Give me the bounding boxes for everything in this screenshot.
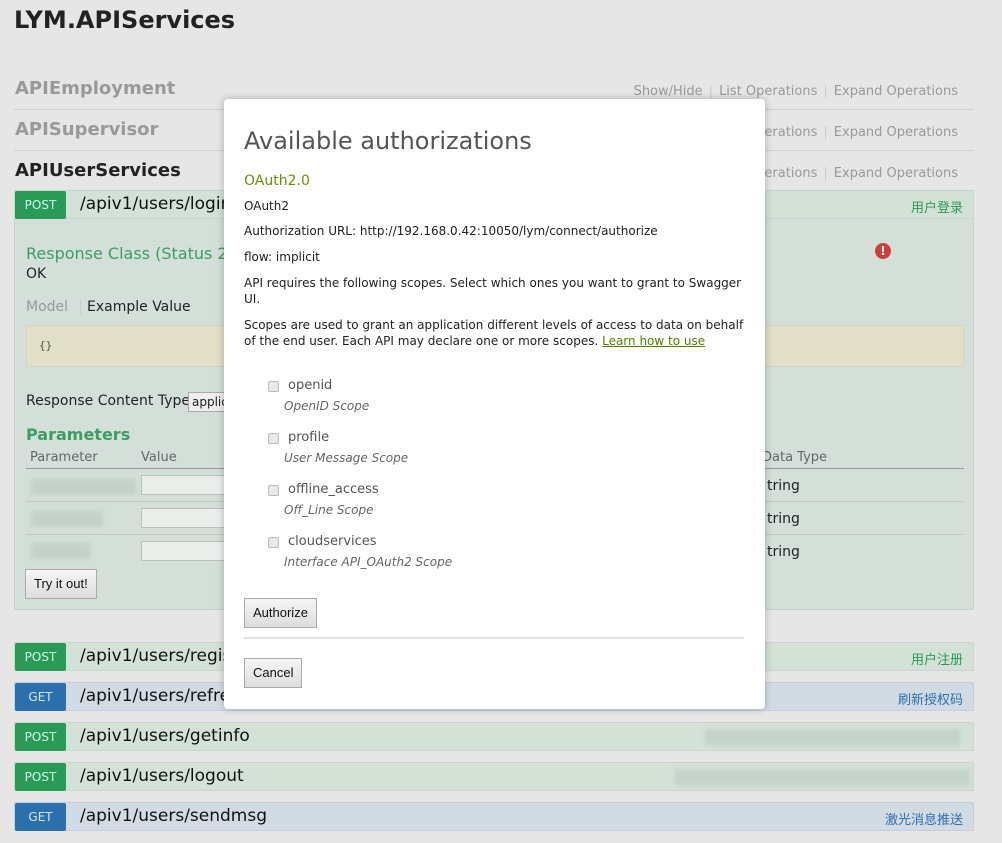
expand-operations-link[interactable]: Expand Operations: [828, 166, 964, 181]
resource-name[interactable]: APISupervisor: [15, 119, 158, 140]
error-icon: !: [875, 243, 891, 259]
scopes-intro: API requires the following scopes. Selec…: [244, 276, 742, 306]
scope-checkbox[interactable]: [268, 537, 279, 548]
show-hide-link[interactable]: Show/Hide: [628, 84, 709, 99]
operation-getinfo[interactable]: POST /apiv1/users/getinfo: [14, 722, 974, 751]
resource-name[interactable]: APIEmployment: [15, 78, 175, 99]
resource-name[interactable]: APIUserServices: [15, 160, 181, 181]
param-name-blurred: [31, 543, 91, 559]
operation-path[interactable]: /apiv1/users/refres: [80, 686, 239, 706]
list-operations-link[interactable]: List Operations: [713, 84, 823, 99]
scope-desc: User Message Scope: [284, 451, 409, 465]
modal-title: Available authorizations: [244, 127, 532, 155]
summary-blurred: [675, 769, 970, 785]
scope-name: cloudservices: [288, 534, 377, 549]
operation-path[interactable]: /apiv1/users/regist: [80, 646, 238, 666]
operation-summary: 激光消息推送: [884, 813, 963, 828]
summary-blurred: [705, 729, 960, 745]
method-badge: POST: [15, 191, 66, 219]
operation-path[interactable]: /apiv1/users/sendmsg: [80, 806, 267, 826]
scope-checkbox[interactable]: [268, 485, 279, 496]
divider: [244, 637, 744, 639]
auth-url: Authorization URL: http://192.168.0.42:1…: [244, 224, 658, 238]
content-type-label: Response Content Type: [26, 393, 190, 409]
example-value-tab[interactable]: Example Value: [80, 299, 191, 315]
param-value-input[interactable]: [141, 541, 231, 561]
auth-type: OAuth2: [244, 199, 289, 213]
response-class-title: Response Class (Status 20: [26, 244, 238, 263]
scope-desc: Interface API_OAuth2 Scope: [284, 555, 453, 569]
col-data-type: Data Type: [762, 450, 828, 465]
operation-sendmsg[interactable]: GET /apiv1/users/sendmsg 激光消息推送: [14, 802, 974, 831]
expand-operations-link[interactable]: Expand Operations: [828, 84, 964, 99]
example-json: {}: [39, 339, 53, 352]
param-value-input[interactable]: [141, 508, 231, 528]
param-value-input[interactable]: [141, 475, 231, 495]
operation-summary: 刷新授权码: [897, 693, 963, 708]
try-it-out-button[interactable]: Try it out!: [25, 569, 97, 599]
operation-path[interactable]: /apiv1/users/logout: [80, 766, 244, 786]
param-type: tring: [767, 544, 800, 560]
method-badge: GET: [15, 683, 66, 711]
learn-how-link[interactable]: Learn how to use: [602, 334, 705, 348]
scope-name: offline_access: [288, 482, 379, 497]
scope-name: openid: [288, 378, 333, 393]
col-value: Value: [141, 450, 177, 465]
scope-checkbox[interactable]: [268, 381, 279, 392]
scope-name: profile: [288, 430, 330, 445]
parameters-title: Parameters: [26, 425, 131, 444]
model-tab[interactable]: Model: [26, 299, 68, 315]
col-parameter: Parameter: [30, 450, 98, 465]
param-type: tring: [767, 478, 800, 494]
operation-summary: 用户注册: [910, 653, 963, 668]
scope-desc: OpenID Scope: [284, 399, 370, 413]
method-badge: POST: [15, 723, 66, 751]
method-badge: POST: [15, 643, 66, 671]
operation-path[interactable]: /apiv1/users/login: [80, 194, 231, 214]
auth-flow: flow: implicit: [244, 250, 320, 264]
param-type: tring: [767, 511, 800, 527]
operation-logout[interactable]: POST /apiv1/users/logout: [14, 762, 974, 791]
param-name-blurred: [31, 511, 103, 527]
cancel-button[interactable]: Cancel: [244, 658, 303, 688]
response-ok: OK: [26, 266, 47, 282]
method-badge: GET: [15, 803, 66, 831]
authorize-button[interactable]: Authorize: [244, 598, 317, 628]
expand-operations-link[interactable]: Expand Operations: [828, 125, 964, 140]
method-badge: POST: [15, 763, 66, 791]
operation-summary: 用户登录: [910, 201, 963, 216]
auth-scheme-name: OAuth2.0: [244, 173, 310, 189]
param-name-blurred: [31, 479, 136, 495]
app-title: LYM.APIServices: [14, 6, 236, 34]
authorizations-modal: Available authorizations OAuth2.0 OAuth2…: [224, 99, 765, 709]
scope-desc: Off_Line Scope: [284, 503, 374, 517]
operation-path[interactable]: /apiv1/users/getinfo: [80, 726, 250, 746]
scope-checkbox[interactable]: [268, 433, 279, 444]
